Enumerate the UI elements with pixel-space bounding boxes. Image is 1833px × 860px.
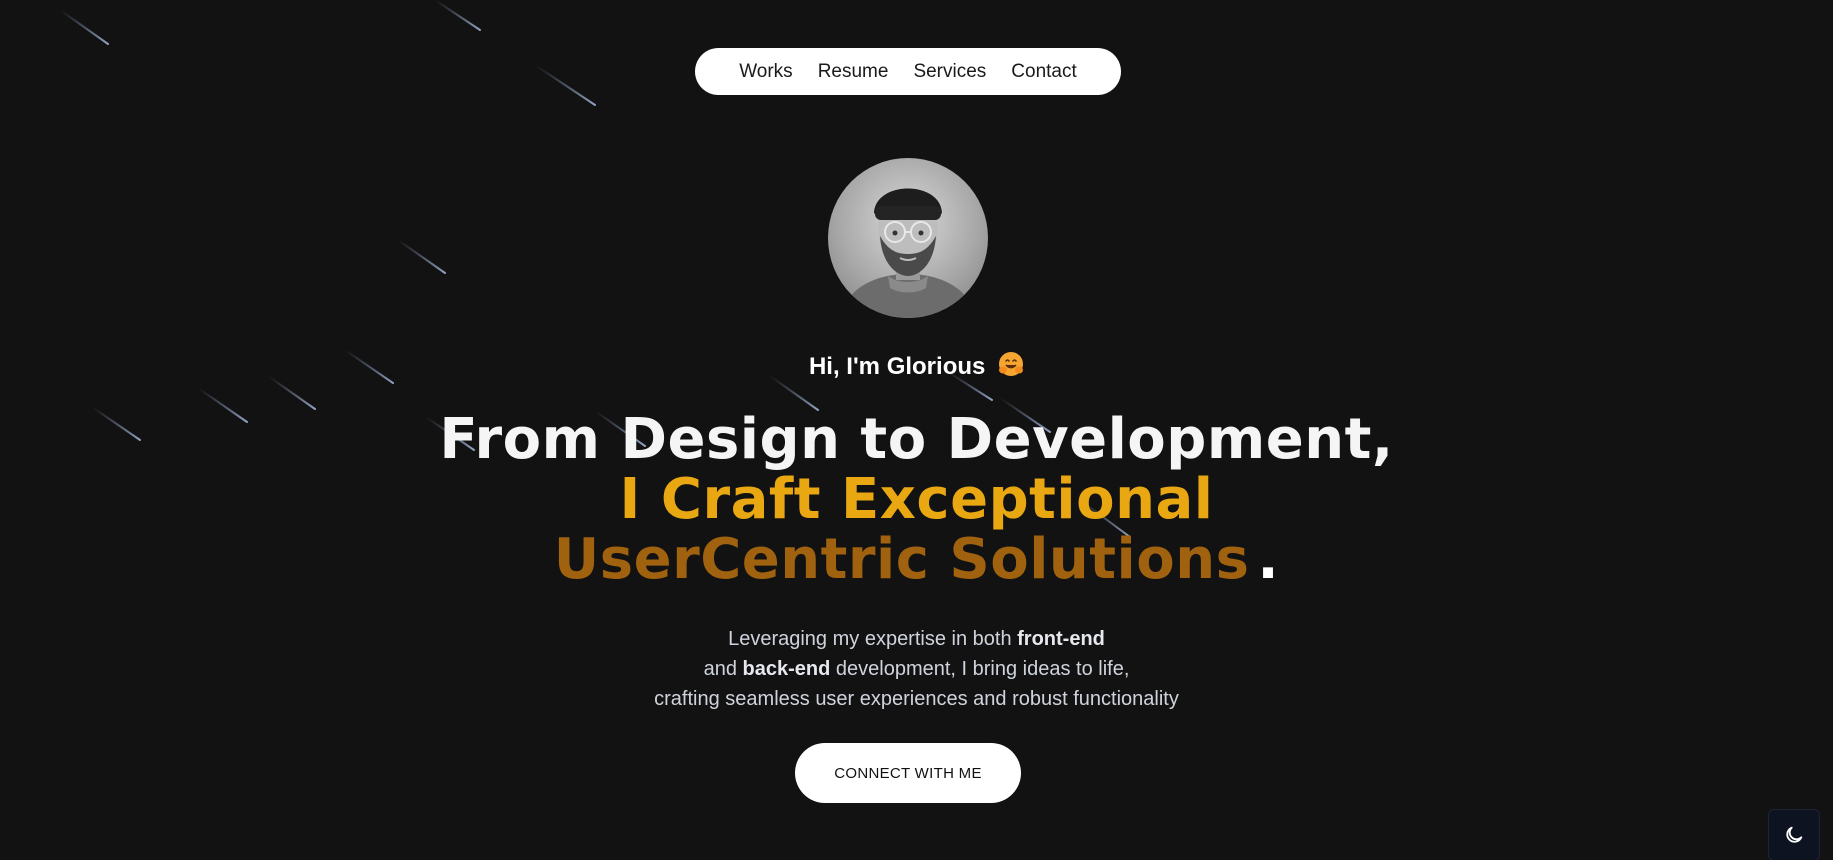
description-text: and [703,658,743,680]
headline-line-3: UserCentric Solutions [553,527,1250,592]
description-text: Leveraging my expertise in both [728,628,1018,650]
top-navigation: Works Resume Services Contact [695,48,1121,95]
meteor-streak [59,9,109,45]
hugging-face-emoji-icon [998,351,1024,384]
avatar [828,158,988,318]
moon-icon [1786,826,1803,843]
profile-photo-icon [838,188,978,318]
hero-headline: From Design to Development, I Craft Exce… [0,410,1833,590]
meteor-streak [397,239,446,274]
description-line-1: Leveraging my expertise in both front-en… [0,624,1833,654]
nav-link-contact[interactable]: Contact [1011,61,1076,83]
connect-button[interactable]: CONNECT WITH ME [795,743,1021,803]
theme-toggle-button[interactable] [1768,809,1820,860]
nav-link-resume[interactable]: Resume [818,61,889,83]
headline-line-1: From Design to Development, [439,407,1394,472]
headline-period: . [1257,527,1280,592]
nav-link-services[interactable]: Services [913,61,986,83]
description-line-3: crafting seamless user experiences and r… [654,688,1179,710]
description-emphasis-frontend: front-end [1017,628,1105,650]
description-emphasis-backend: back-end [742,658,831,680]
portfolio-page: Works Resume Services Contact Hi, I'm Gl… [0,0,1833,860]
greeting: Hi, I'm Glorious [0,351,1833,384]
description-line-2: and back-end development, I bring ideas … [0,654,1833,684]
nav-link-works[interactable]: Works [739,61,792,83]
headline-line-2: I Craft Exceptional [619,467,1214,532]
greeting-text: Hi, I'm Glorious [808,353,986,380]
hero-description: Leveraging my expertise in both front-en… [0,624,1833,714]
headline-line-3-wrap: UserCentric Solutions. [0,530,1833,590]
description-text: development, I bring ideas to life, [830,658,1130,680]
meteor-streak [534,64,596,106]
meteor-streak [434,0,481,31]
